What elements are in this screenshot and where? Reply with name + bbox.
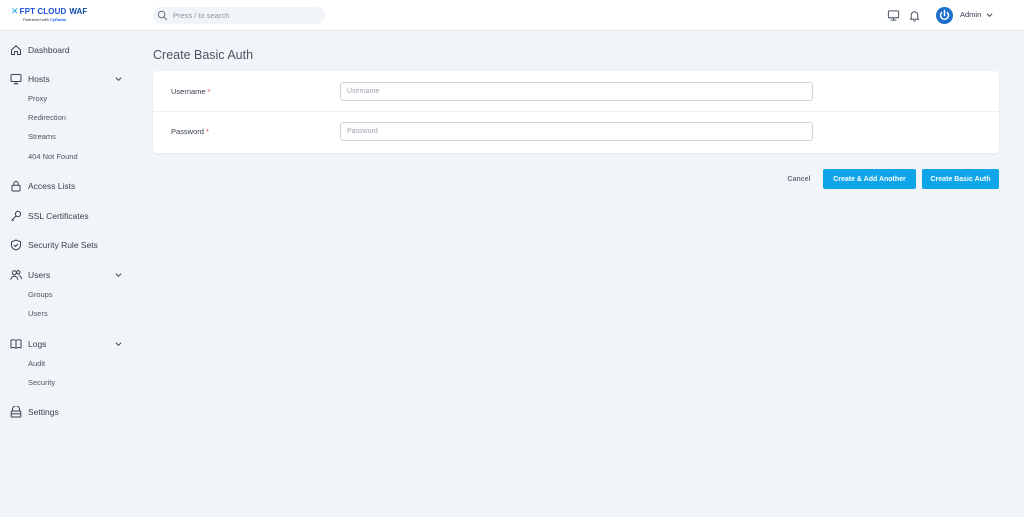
sidebar-item-streams[interactable]: Streams bbox=[28, 132, 56, 141]
create-basic-auth-button[interactable]: Create Basic Auth bbox=[922, 169, 999, 189]
sidebar-item-logs[interactable]: Logs bbox=[10, 336, 122, 352]
sidebar-item-security[interactable]: Security bbox=[28, 378, 55, 387]
sidebar: Dashboard Hosts Proxy Redirection Stream… bbox=[0, 31, 135, 517]
username-field[interactable] bbox=[340, 82, 813, 101]
sidebar-item-redirection[interactable]: Redirection bbox=[28, 113, 66, 122]
brand-name: FPT CLOUD bbox=[19, 7, 67, 16]
sidebar-item-access-lists[interactable]: Access Lists bbox=[10, 178, 122, 194]
sidebar-item-hosts[interactable]: Hosts bbox=[10, 71, 122, 87]
book-open-icon bbox=[10, 339, 22, 349]
username-label: Username * bbox=[171, 87, 211, 96]
users-icon bbox=[10, 270, 22, 280]
form-divider bbox=[153, 111, 999, 112]
basic-auth-form: Username* Password* bbox=[153, 71, 999, 153]
lock-icon bbox=[11, 180, 21, 192]
sidebar-item-groups[interactable]: Groups bbox=[28, 290, 53, 299]
sidebar-item-proxy[interactable]: Proxy bbox=[28, 94, 47, 103]
cancel-button[interactable]: Cancel bbox=[780, 170, 818, 188]
avatar[interactable] bbox=[936, 7, 953, 24]
password-field[interactable] bbox=[340, 122, 813, 141]
search-icon bbox=[157, 10, 168, 21]
chevron-down-icon bbox=[115, 342, 122, 347]
required-mark: * bbox=[205, 127, 209, 136]
power-icon bbox=[939, 9, 950, 20]
create-add-another-button[interactable]: Create & Add Another bbox=[823, 169, 916, 189]
settings-icon bbox=[10, 406, 22, 418]
sidebar-item-security-rule-sets[interactable]: Security Rule Sets bbox=[10, 237, 122, 253]
sidebar-item-dashboard[interactable]: Dashboard bbox=[10, 42, 122, 58]
sidebar-item-404-not-found[interactable]: 404 Not Found bbox=[28, 152, 78, 161]
top-bar: ✕ FPT CLOUD WAF Partnered with CyRadar A… bbox=[0, 0, 1024, 31]
required-mark: * bbox=[207, 87, 211, 96]
bell-icon[interactable] bbox=[908, 9, 921, 22]
user-name[interactable]: Admin bbox=[960, 10, 981, 19]
brand-logo[interactable]: ✕ FPT CLOUD WAF Partnered with CyRadar bbox=[11, 6, 87, 24]
key-icon bbox=[11, 210, 22, 222]
shield-check-icon bbox=[11, 239, 21, 251]
search-input[interactable] bbox=[173, 7, 321, 24]
sidebar-item-users[interactable]: Users bbox=[10, 267, 122, 283]
brand-tagline: Partnered with CyRadar bbox=[23, 17, 67, 22]
monitor-icon bbox=[10, 74, 22, 85]
sidebar-item-audit[interactable]: Audit bbox=[28, 359, 45, 368]
brand-product: WAF bbox=[69, 7, 88, 16]
page-title: Create Basic Auth bbox=[153, 48, 254, 62]
chevron-down-icon bbox=[115, 77, 122, 82]
password-label: Password * bbox=[171, 127, 209, 136]
chevron-down-icon[interactable] bbox=[986, 12, 993, 18]
sidebar-item-ssl-certificates[interactable]: SSL Certificates bbox=[10, 208, 122, 224]
brand-mark-icon: ✕ bbox=[11, 6, 19, 16]
sidebar-item-settings[interactable]: Settings bbox=[10, 404, 122, 420]
sidebar-item-users-list[interactable]: Users bbox=[28, 309, 48, 318]
monitor-icon[interactable] bbox=[887, 9, 900, 22]
search-bar bbox=[153, 7, 325, 24]
chevron-down-icon bbox=[115, 273, 122, 278]
home-icon bbox=[11, 45, 21, 55]
